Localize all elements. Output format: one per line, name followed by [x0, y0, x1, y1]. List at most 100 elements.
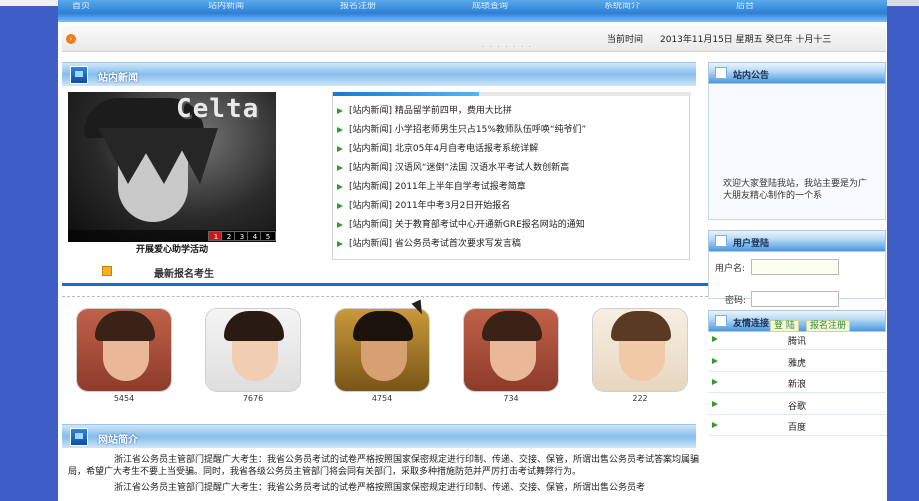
news-list: [站内新闻] 精品留学前四甲，费用大比拼 [站内新闻] 小学招老师男生只占15%…: [333, 104, 586, 256]
registrant-photo: [592, 308, 688, 392]
registrant-photos: 5454 7676 4754 734 222: [62, 308, 702, 412]
news-item[interactable]: [站内新闻] 2011年上半年自学考试报考简章: [333, 180, 586, 199]
sidebar: 站内公告 欢迎大家登陆我站，我站主要是为广大朋友精心制作的一个系 用户登陆 用户…: [708, 62, 886, 501]
arrow-circle-icon: ›: [66, 34, 76, 44]
nav-item-news[interactable]: 站内新闻: [208, 2, 244, 10]
marquee-dots: . . . . . . .: [482, 42, 533, 49]
username-input[interactable]: [751, 259, 839, 275]
news-item[interactable]: [站内新闻] 2011年中考3月2日开始报名: [333, 199, 586, 218]
notice-title: 站内公告: [733, 71, 770, 81]
intro-section-header: 网站简介: [62, 424, 696, 448]
news-item[interactable]: [站内新闻] 汉语风“迷倒”法国 汉语水平考试人数创新高: [333, 161, 586, 180]
registrant-photo-card[interactable]: 222: [592, 308, 688, 403]
intro-paragraph: 浙江省公务员主管部门提醒广大考生：我省公务员考试的试卷严格按照国家保密规定进行印…: [114, 483, 646, 493]
arrow-bullet-icon: [337, 241, 343, 247]
news-item-text: [站内新闻] 关于教育部考试中心开通新GRE报名网站的通知: [349, 220, 585, 230]
slider-caption[interactable]: 开展爱心助学活动: [68, 242, 276, 255]
link-label: 腾讯: [787, 337, 806, 347]
top-navbar: 首页 站内新闻 报名注册 成绩查询 系统简介 后台: [58, 0, 887, 22]
monitor-icon: [70, 428, 88, 446]
news-item[interactable]: [站内新闻] 省公务员考试首次要求写发言稿: [333, 237, 586, 256]
registrant-photo-caption: 5454: [113, 394, 135, 403]
registrant-photo: [205, 308, 301, 392]
login-form: 用户名: 密码:: [708, 251, 886, 307]
news-item-text: [站内新闻] 汉语风“迷倒”法国 汉语水平考试人数创新高: [349, 163, 570, 173]
link-item-tencent[interactable]: 腾讯: [708, 330, 886, 350]
slider-page-numbers: 1 2 3 4 5: [68, 230, 276, 242]
site-intro-text: 浙江省公务员主管部门提醒广大考生：我省公务员考试的试卷严格按照国家保密规定进行印…: [68, 454, 700, 498]
registrant-photo: [76, 308, 172, 392]
date-label: 当前时间: [607, 35, 644, 45]
news-item-text: [站内新闻] 小学招老师男生只占15%教师队伍呼唤“纯爷们”: [349, 125, 587, 135]
link-item-yahoo[interactable]: 雅虎: [708, 352, 886, 372]
checkbox-badge-icon: [102, 266, 112, 276]
dotted-divider: [62, 296, 708, 297]
latest-registrants-bar: 最新报名考生: [62, 262, 342, 280]
registrant-photo-card[interactable]: 5454: [76, 308, 172, 403]
nav-item-home[interactable]: 首页: [72, 2, 90, 10]
news-item[interactable]: [站内新闻] 小学招老师男生只占15%教师队伍呼唤“纯爷们”: [333, 123, 586, 142]
username-label: 用户名:: [715, 264, 746, 274]
news-box-topline: [333, 92, 691, 96]
notice-text: 欢迎大家登陆我站，我站主要是为广大朋友精心制作的一个系: [723, 179, 868, 201]
arrow-bullet-icon: [337, 146, 343, 152]
registrant-photo-caption: 222: [632, 394, 648, 403]
arrow-bullet-icon: [337, 108, 343, 114]
link-item-sina[interactable]: 新浪: [708, 373, 886, 393]
news-box-topline-accent: [333, 92, 479, 96]
link-label: 雅虎: [787, 359, 806, 369]
news-list-box: [站内新闻] 精品留学前四甲，费用大比拼 [站内新闻] 小学招老师男生只占15%…: [332, 92, 691, 260]
section-divider: [62, 283, 708, 286]
latest-registrants-title: 最新报名考生: [154, 269, 214, 280]
registrant-photo-caption: 7676: [242, 394, 264, 403]
password-input[interactable]: [751, 291, 839, 307]
links-list: 腾讯 雅虎 新浪 谷歌 百度: [708, 330, 886, 436]
main-column: 站内新闻 Celta 1 2 3 4 5 开展爱心助学活动 最新报名考生 [站内…: [62, 62, 708, 501]
link-label: 谷歌: [787, 402, 806, 412]
nav-item-admin[interactable]: 后台: [736, 2, 754, 10]
password-label: 密码:: [725, 296, 747, 306]
registrant-photo-caption: 4754: [371, 394, 393, 403]
news-item[interactable]: [站内新闻] 精品留学前四甲，费用大比拼: [333, 104, 586, 123]
link-item-baidu[interactable]: 百度: [708, 416, 886, 436]
slider-logo-text: Celta: [176, 94, 260, 124]
notice-body: 欢迎大家登陆我站，我站主要是为广大朋友精心制作的一个系: [708, 84, 886, 220]
image-slider[interactable]: Celta: [68, 92, 276, 242]
links-icon: [715, 315, 727, 327]
registrant-photo-card[interactable]: 7676: [205, 308, 301, 403]
news-section-title: 站内新闻: [98, 73, 138, 84]
notice-header: 站内公告: [708, 62, 886, 84]
news-section-header: 站内新闻: [62, 62, 696, 86]
news-item-text: [站内新闻] 2011年中考3月2日开始报名: [349, 201, 511, 211]
news-item[interactable]: [站内新闻] 北京05年4月自考电话报考系统详解: [333, 142, 586, 161]
arrow-bullet-icon: [337, 127, 343, 133]
login-icon: [715, 235, 727, 247]
registrant-photo: [334, 308, 430, 392]
intro-section-title: 网站简介: [98, 435, 138, 446]
notice-icon: [715, 67, 727, 79]
link-item-google[interactable]: 谷歌: [708, 395, 886, 415]
info-bar: › . . . . . . . 当前时间 2013年11月15日 星期五 癸巳年…: [62, 26, 886, 52]
registrant-photo-caption: 734: [503, 394, 519, 403]
arrow-bullet-icon: [337, 184, 343, 190]
login-header: 用户登陆: [708, 230, 886, 252]
login-title: 用户登陆: [733, 239, 770, 249]
news-item-text: [站内新闻] 省公务员考试首次要求写发言稿: [349, 239, 521, 249]
news-item-text: [站内新闻] 北京05年4月自考电话报考系统详解: [349, 144, 539, 154]
news-item[interactable]: [站内新闻] 关于教育部考试中心开通新GRE报名网站的通知: [333, 218, 586, 237]
date-value: 2013年11月15日 星期五 癸巳年 十月十三: [660, 35, 832, 45]
nav-item-about[interactable]: 系统简介: [604, 2, 640, 10]
slider-page-5[interactable]: 5: [260, 231, 276, 241]
registrant-photo-card[interactable]: 4754: [334, 308, 430, 403]
arrow-bullet-icon: [337, 222, 343, 228]
arrow-bullet-icon: [337, 203, 343, 209]
nav-item-register[interactable]: 报名注册: [340, 2, 376, 10]
news-item-text: [站内新闻] 2011年上半年自学考试报考简章: [349, 182, 526, 192]
registrant-photo-card[interactable]: 734: [463, 308, 559, 403]
arrow-bullet-icon: [337, 165, 343, 171]
news-item-text: [站内新闻] 精品留学前四甲，费用大比拼: [349, 106, 512, 116]
registrant-photo: [463, 308, 559, 392]
link-label: 新浪: [787, 380, 806, 390]
link-label: 百度: [787, 423, 806, 433]
nav-item-scores[interactable]: 成绩查询: [472, 2, 508, 10]
